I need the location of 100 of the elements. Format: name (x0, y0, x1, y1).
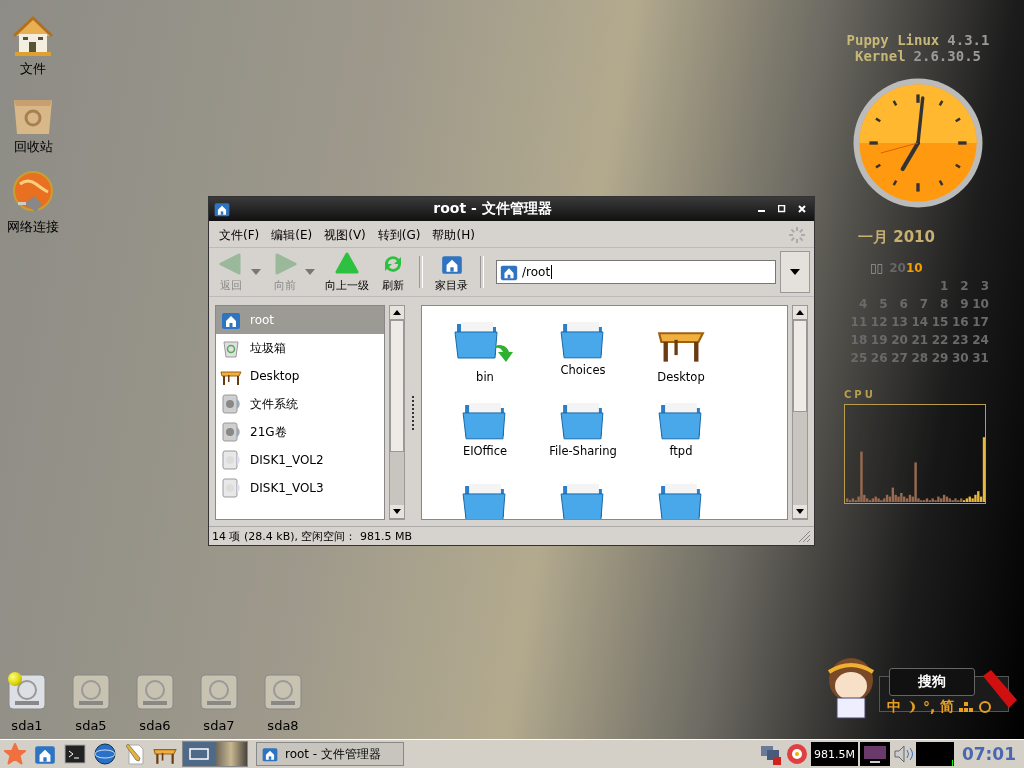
file-name[interactable]: EIOffice (462, 443, 508, 458)
maximize-icon (778, 205, 786, 213)
menu-item[interactable]: 帮助(H) (426, 224, 481, 246)
calendar-day: 2 (948, 277, 969, 295)
places-item[interactable]: 21G卷 (216, 418, 384, 446)
input-mode-label[interactable]: 中 (887, 698, 901, 716)
drive-label[interactable]: sda6 (139, 718, 171, 733)
calendar-day: 9 (948, 295, 969, 313)
speaker-icon[interactable] (891, 743, 914, 765)
drive-label[interactable]: sda7 (203, 718, 235, 733)
spinner-icon (788, 226, 806, 244)
system-info-name: Kernel (855, 48, 906, 64)
keyboard-icon[interactable] (959, 701, 974, 713)
cpu-meter-graph (915, 742, 954, 766)
calendar-day: 20 (887, 331, 908, 349)
places-item[interactable]: DISK1_VOL3 (216, 474, 384, 502)
calendar-day: 31 (968, 349, 989, 367)
calendar-day: 14 (907, 313, 929, 331)
desktop-icon-label[interactable]: 文件 (20, 60, 46, 78)
desktop-icon-label[interactable]: 回收站 (13, 138, 53, 156)
script-mode-label[interactable]: 简 (940, 698, 955, 716)
status-text: 14 项 (28.4 kB), 空闲空间： 981.5 MB (212, 528, 413, 544)
file-name[interactable]: Choices (560, 362, 606, 377)
cpu-label: CPU (844, 389, 876, 400)
disk-drive-icon (220, 477, 242, 499)
scroll-up-button[interactable] (793, 306, 807, 320)
down-arrow-icon (393, 509, 401, 514)
places-item[interactable]: Desktop (216, 362, 384, 390)
drive-label[interactable]: sda1 (11, 718, 43, 733)
drive-label[interactable]: sda8 (267, 718, 299, 733)
file-name[interactable]: Desktop (657, 370, 705, 384)
input-method-logo[interactable]: 搜狗 (889, 668, 975, 696)
file-name[interactable]: File-Sharing (549, 443, 617, 458)
calendar-day: 22 (928, 331, 949, 349)
disk-drive-icon (220, 393, 242, 415)
scrollbar[interactable] (389, 305, 405, 520)
calendar-day: 23 (948, 331, 969, 349)
close-icon (798, 205, 806, 213)
calendar-day: 24 (968, 331, 989, 349)
location-field[interactable]: /root (496, 260, 776, 284)
window-title: root - 文件管理器 (432, 200, 553, 218)
calendar-header-label: ▯▯ (870, 261, 884, 275)
places-item[interactable]: 文件系统 (216, 390, 384, 418)
drive-label[interactable]: sda5 (75, 718, 107, 733)
system-info-name: Puppy Linux (846, 32, 940, 48)
up-arrow-icon (393, 310, 401, 315)
toolbar-button[interactable]: 家目录 (431, 249, 472, 295)
calendar-day: 17 (968, 313, 989, 331)
calendar-day: 3 (968, 277, 989, 295)
launcher-button[interactable] (62, 741, 88, 767)
calendar-day: 7 (907, 295, 929, 313)
settings-icon[interactable] (978, 700, 993, 714)
flower-icon[interactable] (784, 742, 809, 766)
places-item[interactable]: DISK1_VOL2 (216, 446, 384, 474)
window-outline-icon (189, 748, 209, 760)
back-arrow-icon (219, 251, 243, 276)
calendar-day: 8 (928, 295, 949, 313)
memory-reading: 981.5M (810, 742, 858, 766)
globe-icon (93, 742, 117, 766)
scroll-up-button[interactable] (390, 306, 404, 320)
toolbar-button[interactable]: 刷新 (375, 249, 411, 295)
file-name[interactable]: ftpd (669, 443, 693, 458)
taskbar-window-button[interactable]: root - 文件管理器 (256, 742, 404, 766)
house-folder-icon (213, 200, 231, 218)
punctuation-mode-label[interactable]: °, (923, 699, 936, 715)
calendar-day: 29 (928, 349, 949, 367)
calendar-day: 30 (948, 349, 969, 367)
star-icon (3, 742, 27, 766)
desktop-icon-label[interactable]: 网络连接 (7, 218, 59, 236)
workspace-button[interactable] (215, 742, 247, 766)
calendar-day: 21 (907, 331, 929, 349)
house-icon[interactable] (10, 14, 56, 58)
launcher-button[interactable] (92, 741, 118, 767)
workspace-button[interactable] (183, 742, 215, 766)
toolbar-button[interactable]: 向上一级 (321, 249, 373, 295)
terminal-icon (64, 743, 86, 765)
caret-icon (790, 269, 800, 275)
places-item[interactable]: 垃圾箱 (216, 334, 384, 362)
menu-item[interactable]: 转到(G) (371, 224, 427, 246)
forward-arrow-icon (273, 251, 297, 276)
file-name[interactable]: bin (476, 370, 494, 384)
calendar-day: 27 (887, 349, 908, 367)
menu-item[interactable]: 文件(F) (213, 224, 266, 246)
menu-item[interactable]: 编辑(E) (265, 224, 319, 246)
scroll-down-button[interactable] (390, 505, 404, 519)
house-folder-icon (261, 745, 279, 763)
scroll-down-button[interactable] (793, 505, 807, 519)
resize-grip-icon[interactable] (797, 529, 811, 543)
disk-drive-icon (220, 421, 242, 443)
menu-item[interactable]: 视图(V) (318, 224, 372, 246)
system-info-value: 2.6.30.5 (913, 48, 981, 64)
calendar-day: 28 (907, 349, 929, 367)
hard-drive-icon[interactable] (7, 672, 47, 712)
location-dropdown-button[interactable] (780, 251, 810, 293)
up-arrow-icon (335, 251, 359, 276)
calendar-day: 1 (928, 277, 949, 295)
scrollbar[interactable] (792, 305, 808, 520)
calendar-day: 16 (948, 313, 969, 331)
calendar-month-title: 一月 2010 (858, 228, 935, 247)
monitor-icon[interactable] (859, 742, 890, 766)
